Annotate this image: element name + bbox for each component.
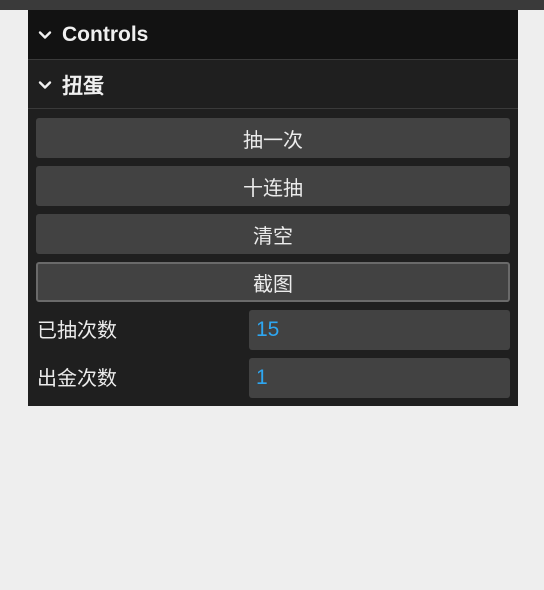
top-bar: [0, 0, 544, 10]
chevron-down-icon: [38, 78, 52, 92]
draw-once-button[interactable]: 抽一次: [36, 118, 510, 158]
gui-panel: Controls 扭蛋 抽一次 十连抽 清空 截图 已抽次数 出金次数: [28, 10, 518, 406]
clear-button[interactable]: 清空: [36, 214, 510, 254]
draw-count-row: 已抽次数: [28, 310, 518, 350]
chevron-down-icon: [38, 28, 52, 42]
gacha-folder-title: 扭蛋: [62, 74, 104, 98]
gold-count-label: 出金次数: [37, 366, 117, 390]
draw-count-label: 已抽次数: [37, 318, 117, 342]
gold-count-row: 出金次数: [28, 358, 518, 398]
draw-count-input[interactable]: [249, 310, 510, 350]
screenshot-button[interactable]: 截图: [36, 262, 510, 302]
draw-ten-button[interactable]: 十连抽: [36, 166, 510, 206]
gold-count-input[interactable]: [249, 358, 510, 398]
gacha-folder-header[interactable]: 扭蛋: [28, 61, 518, 109]
controls-title: Controls: [62, 22, 149, 46]
controls-header[interactable]: Controls: [28, 10, 518, 60]
